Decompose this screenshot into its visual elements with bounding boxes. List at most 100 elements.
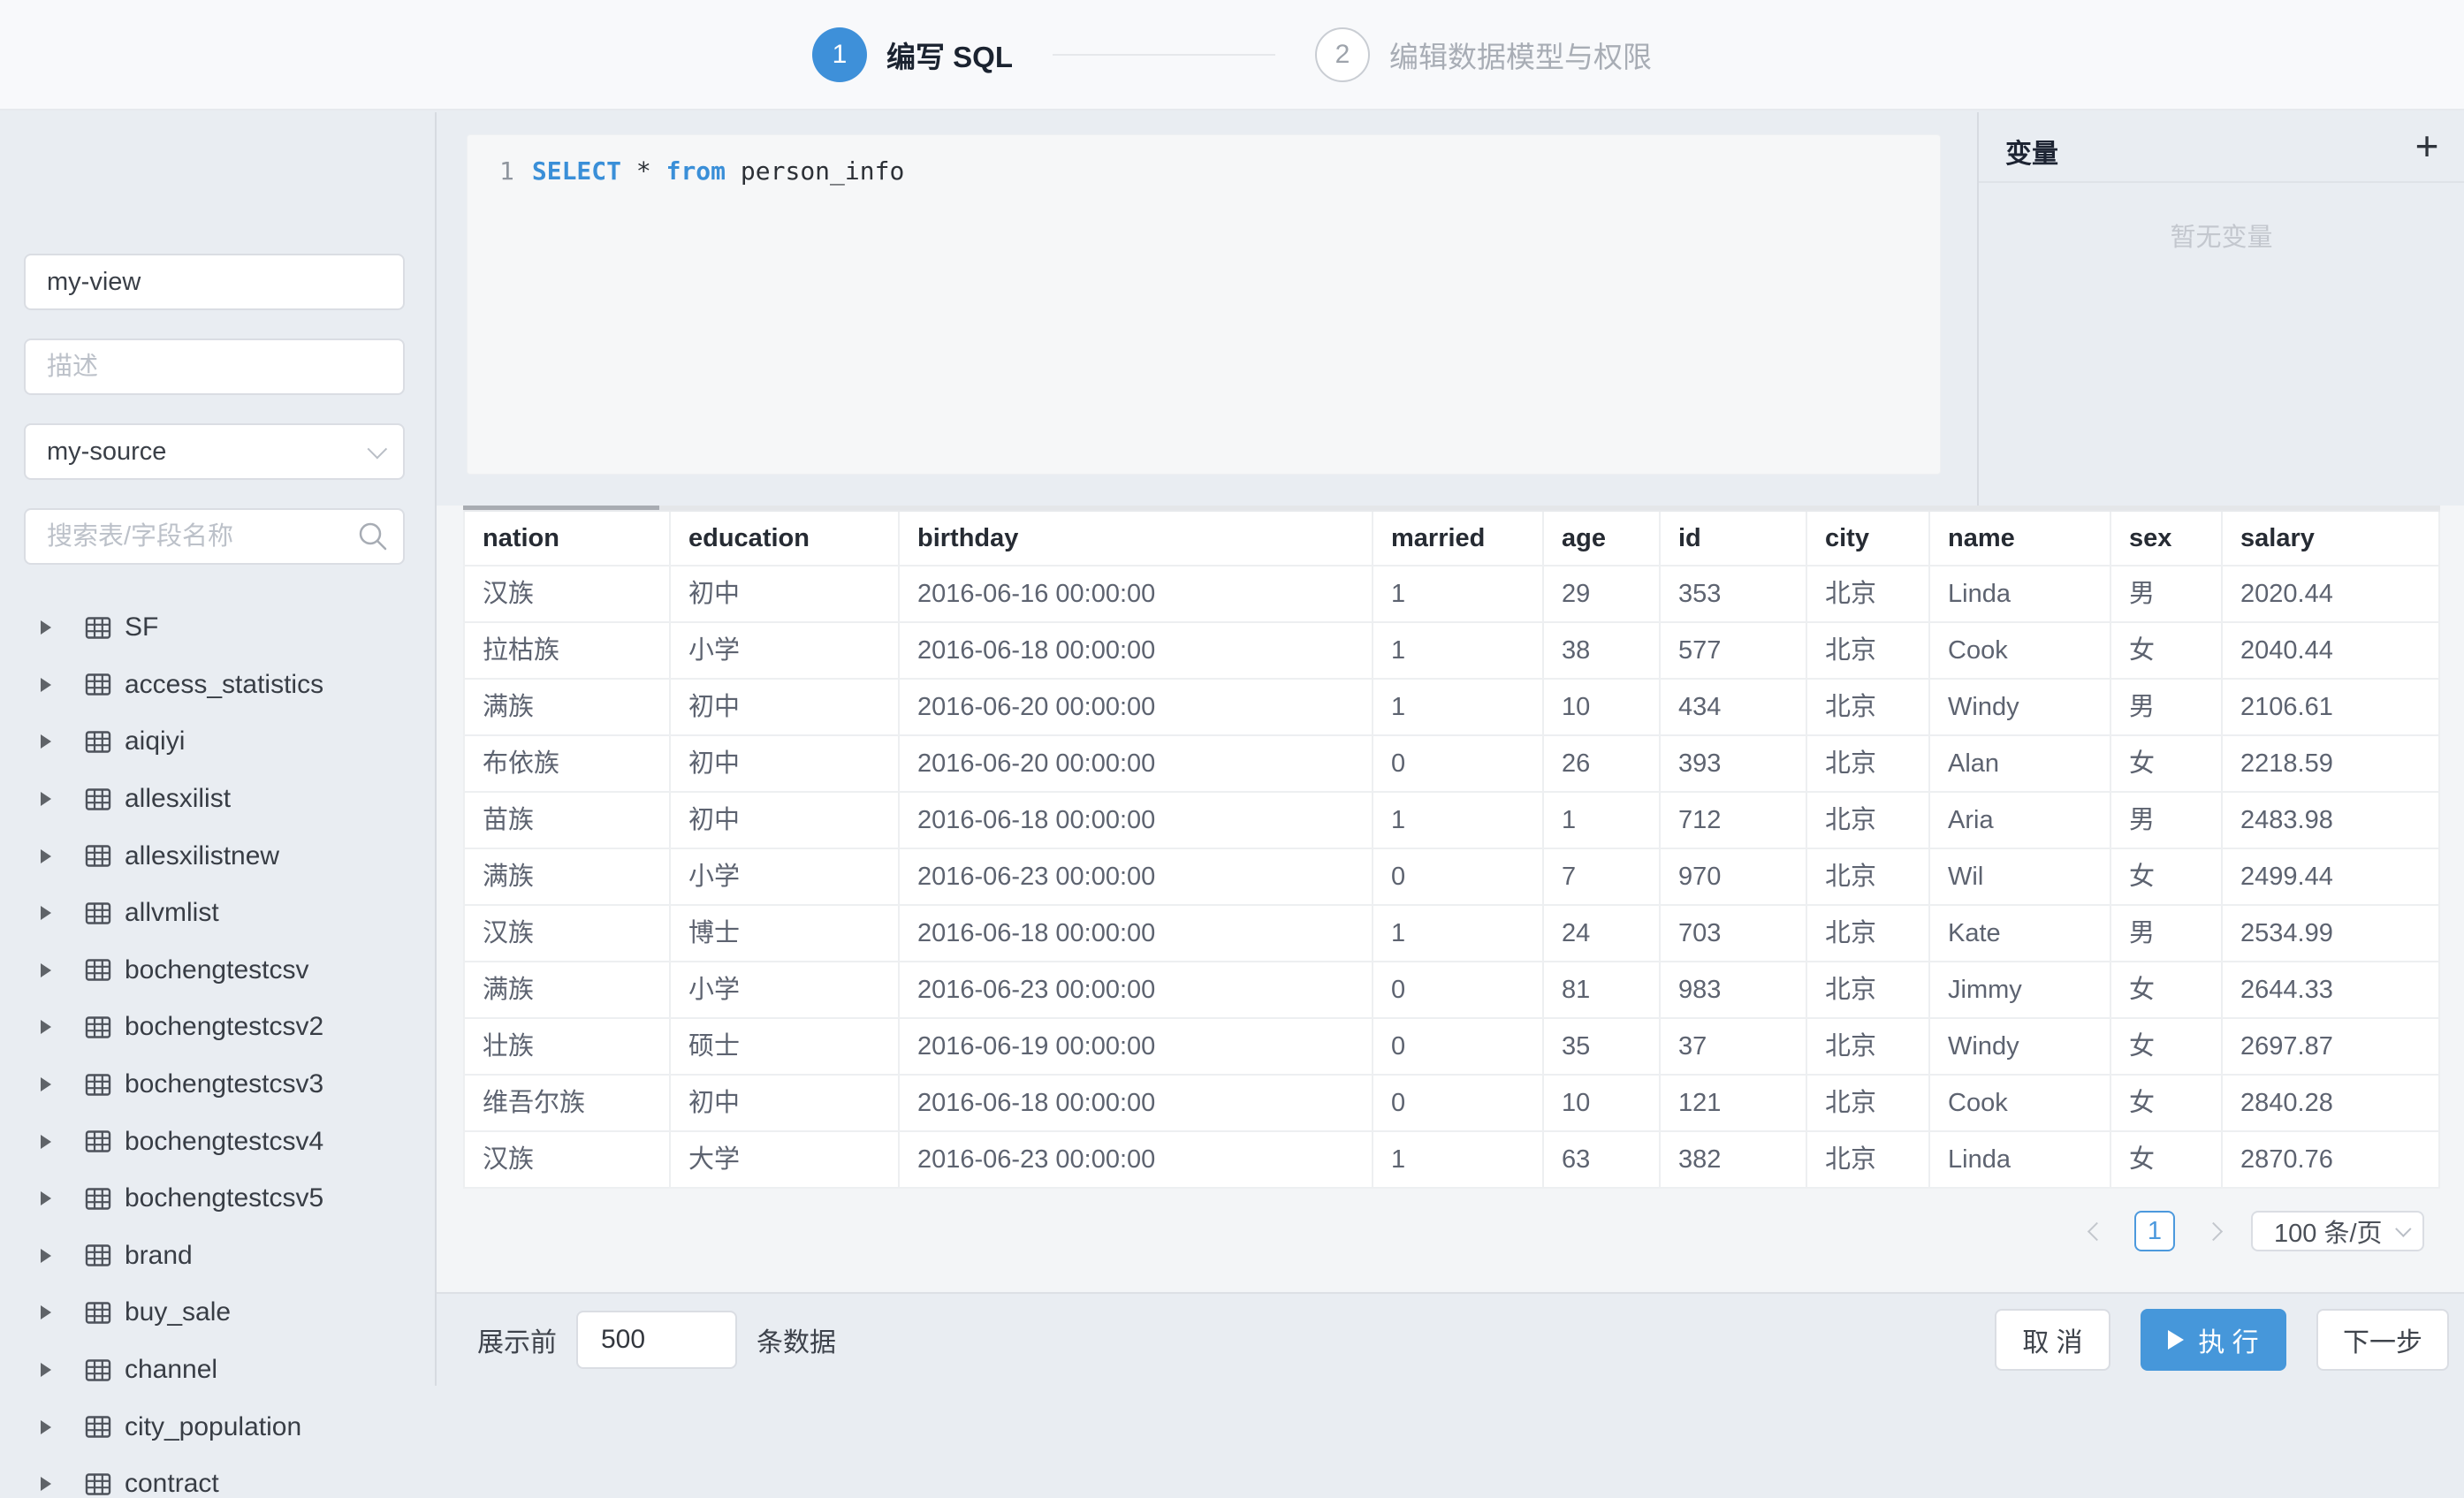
table-cell: Linda	[1930, 567, 2111, 623]
table-cell: 初中	[671, 736, 900, 793]
table-cell: 2016-06-20 00:00:00	[900, 736, 1373, 793]
table-cell: 2106.61	[2223, 680, 2440, 736]
step-connector-line	[1053, 54, 1275, 56]
table-tree-item[interactable]: access_statistics	[0, 657, 435, 714]
table-cell: 2016-06-18 00:00:00	[900, 623, 1373, 680]
caret-right-icon[interactable]	[41, 906, 51, 920]
sql-keyword: SELECT	[532, 156, 621, 186]
caret-right-icon[interactable]	[41, 1363, 51, 1377]
table-tree-item[interactable]: bochengtestcsv2	[0, 999, 435, 1056]
table-cell: 壮族	[465, 1019, 671, 1076]
table-search-input[interactable]	[24, 508, 405, 565]
variables-empty-text: 暂无变量	[1979, 217, 2464, 254]
table-tree-item[interactable]: bochengtestcsv5	[0, 1170, 435, 1228]
table-cell: 35	[1544, 1019, 1661, 1076]
datasource-select[interactable]: my-source	[24, 423, 405, 480]
caret-right-icon[interactable]	[41, 849, 51, 863]
table-cell: 2016-06-19 00:00:00	[900, 1019, 1373, 1076]
table-tree-item[interactable]: channel	[0, 1342, 435, 1399]
table-tree-item[interactable]: allvmlist	[0, 885, 435, 942]
table-cell: 2016-06-23 00:00:00	[900, 962, 1373, 1019]
table-cell: 大学	[671, 1132, 900, 1189]
column-header: name	[1930, 512, 2111, 567]
search-icon	[357, 521, 389, 552]
caret-right-icon[interactable]	[41, 1191, 51, 1205]
next-step-button[interactable]: 下一步	[2316, 1309, 2449, 1371]
table-tree-item[interactable]: allesxilistnew	[0, 827, 435, 885]
table-cell: 1	[1373, 623, 1544, 680]
description-input[interactable]	[24, 338, 405, 395]
next-page-button[interactable]	[2193, 1211, 2233, 1251]
table-name: channel	[125, 1355, 217, 1385]
caret-right-icon[interactable]	[41, 1305, 51, 1319]
caret-right-icon[interactable]	[41, 620, 51, 635]
sql-editor[interactable]: 1 SELECT * from person_info	[467, 134, 1941, 475]
table-row: 汉族初中2016-06-16 00:00:00129353北京Linda男202…	[465, 567, 2440, 623]
table-cell: 男	[2111, 567, 2223, 623]
table-cell: 汉族	[465, 567, 671, 623]
table-name: contract	[125, 1469, 219, 1498]
table-cell: 353	[1661, 567, 1807, 623]
table-cell: 初中	[671, 793, 900, 849]
caret-right-icon[interactable]	[41, 1420, 51, 1434]
table-cell: 1	[1373, 793, 1544, 849]
caret-right-icon[interactable]	[41, 678, 51, 692]
table-cell: 0	[1373, 1019, 1544, 1076]
table-row: 拉枯族小学2016-06-18 00:00:00138577北京Cook女204…	[465, 623, 2440, 680]
table-tree-item[interactable]: city_population	[0, 1398, 435, 1456]
table-cell: Wil	[1930, 849, 2111, 906]
column-header: age	[1544, 512, 1661, 567]
table-tree-item[interactable]: bochengtestcsv	[0, 942, 435, 1000]
table-cell: 37	[1661, 1019, 1807, 1076]
table-tree-item[interactable]: buy_sale	[0, 1284, 435, 1342]
plus-icon[interactable]	[2406, 125, 2448, 167]
table-name: bochengtestcsv	[125, 955, 308, 985]
table-cell: 初中	[671, 1076, 900, 1132]
sql-keyword: from	[666, 156, 726, 186]
table-cell: 577	[1661, 623, 1807, 680]
table-cell: 0	[1373, 1076, 1544, 1132]
table-tree-item[interactable]: brand	[0, 1228, 435, 1285]
table-search	[24, 508, 405, 565]
table-tree-item[interactable]: aiqiyi	[0, 713, 435, 771]
table-header-row: nationeducationbirthdaymarriedageidcityn…	[465, 512, 2440, 567]
table-body: 汉族初中2016-06-16 00:00:00129353北京Linda男202…	[465, 567, 2440, 1189]
table-cell: 北京	[1807, 623, 1930, 680]
step-2-indicator[interactable]: 2	[1315, 27, 1370, 82]
table-tree-item[interactable]: SF	[0, 599, 435, 657]
page-size-select[interactable]: 100 条/页	[2251, 1211, 2424, 1251]
caret-right-icon[interactable]	[41, 1477, 51, 1491]
caret-right-icon[interactable]	[41, 1249, 51, 1263]
table-tree-item[interactable]: bochengtestcsv3	[0, 1056, 435, 1114]
caret-right-icon[interactable]	[41, 792, 51, 806]
prev-page-button[interactable]	[2076, 1211, 2117, 1251]
table-cell: 女	[2111, 1019, 2223, 1076]
table-cell: 983	[1661, 962, 1807, 1019]
caret-right-icon[interactable]	[41, 963, 51, 977]
view-name-input[interactable]	[24, 254, 405, 310]
current-page-button[interactable]: 1	[2134, 1211, 2175, 1251]
table-cell: Linda	[1930, 1132, 2111, 1189]
execute-button-label: 执 行	[2198, 1320, 2258, 1359]
table-cell: 2016-06-18 00:00:00	[900, 1076, 1373, 1132]
caret-right-icon[interactable]	[41, 1077, 51, 1091]
table-tree-item[interactable]: contract	[0, 1456, 435, 1498]
execute-button[interactable]: 执 行	[2141, 1309, 2286, 1371]
cancel-button[interactable]: 取 消	[1995, 1309, 2110, 1371]
table-cell: 434	[1661, 680, 1807, 736]
table-cell: 1	[1373, 680, 1544, 736]
table-row: 满族小学2016-06-23 00:00:0007970北京Wil女2499.4…	[465, 849, 2440, 906]
table-cell: 2644.33	[2223, 962, 2440, 1019]
caret-right-icon[interactable]	[41, 734, 51, 749]
table-tree-item[interactable]: allesxilist	[0, 771, 435, 828]
step-1-indicator[interactable]: 1	[812, 27, 867, 82]
datasource-select-value: my-source	[47, 437, 166, 467]
table-grid-icon	[85, 1358, 111, 1382]
table-cell: 硕士	[671, 1019, 900, 1076]
caret-right-icon[interactable]	[41, 1135, 51, 1149]
table-grid-icon	[85, 1243, 111, 1267]
table-tree-item[interactable]: bochengtestcsv4	[0, 1113, 435, 1170]
column-header: city	[1807, 512, 1930, 567]
row-limit-input[interactable]	[576, 1311, 737, 1369]
caret-right-icon[interactable]	[41, 1020, 51, 1034]
